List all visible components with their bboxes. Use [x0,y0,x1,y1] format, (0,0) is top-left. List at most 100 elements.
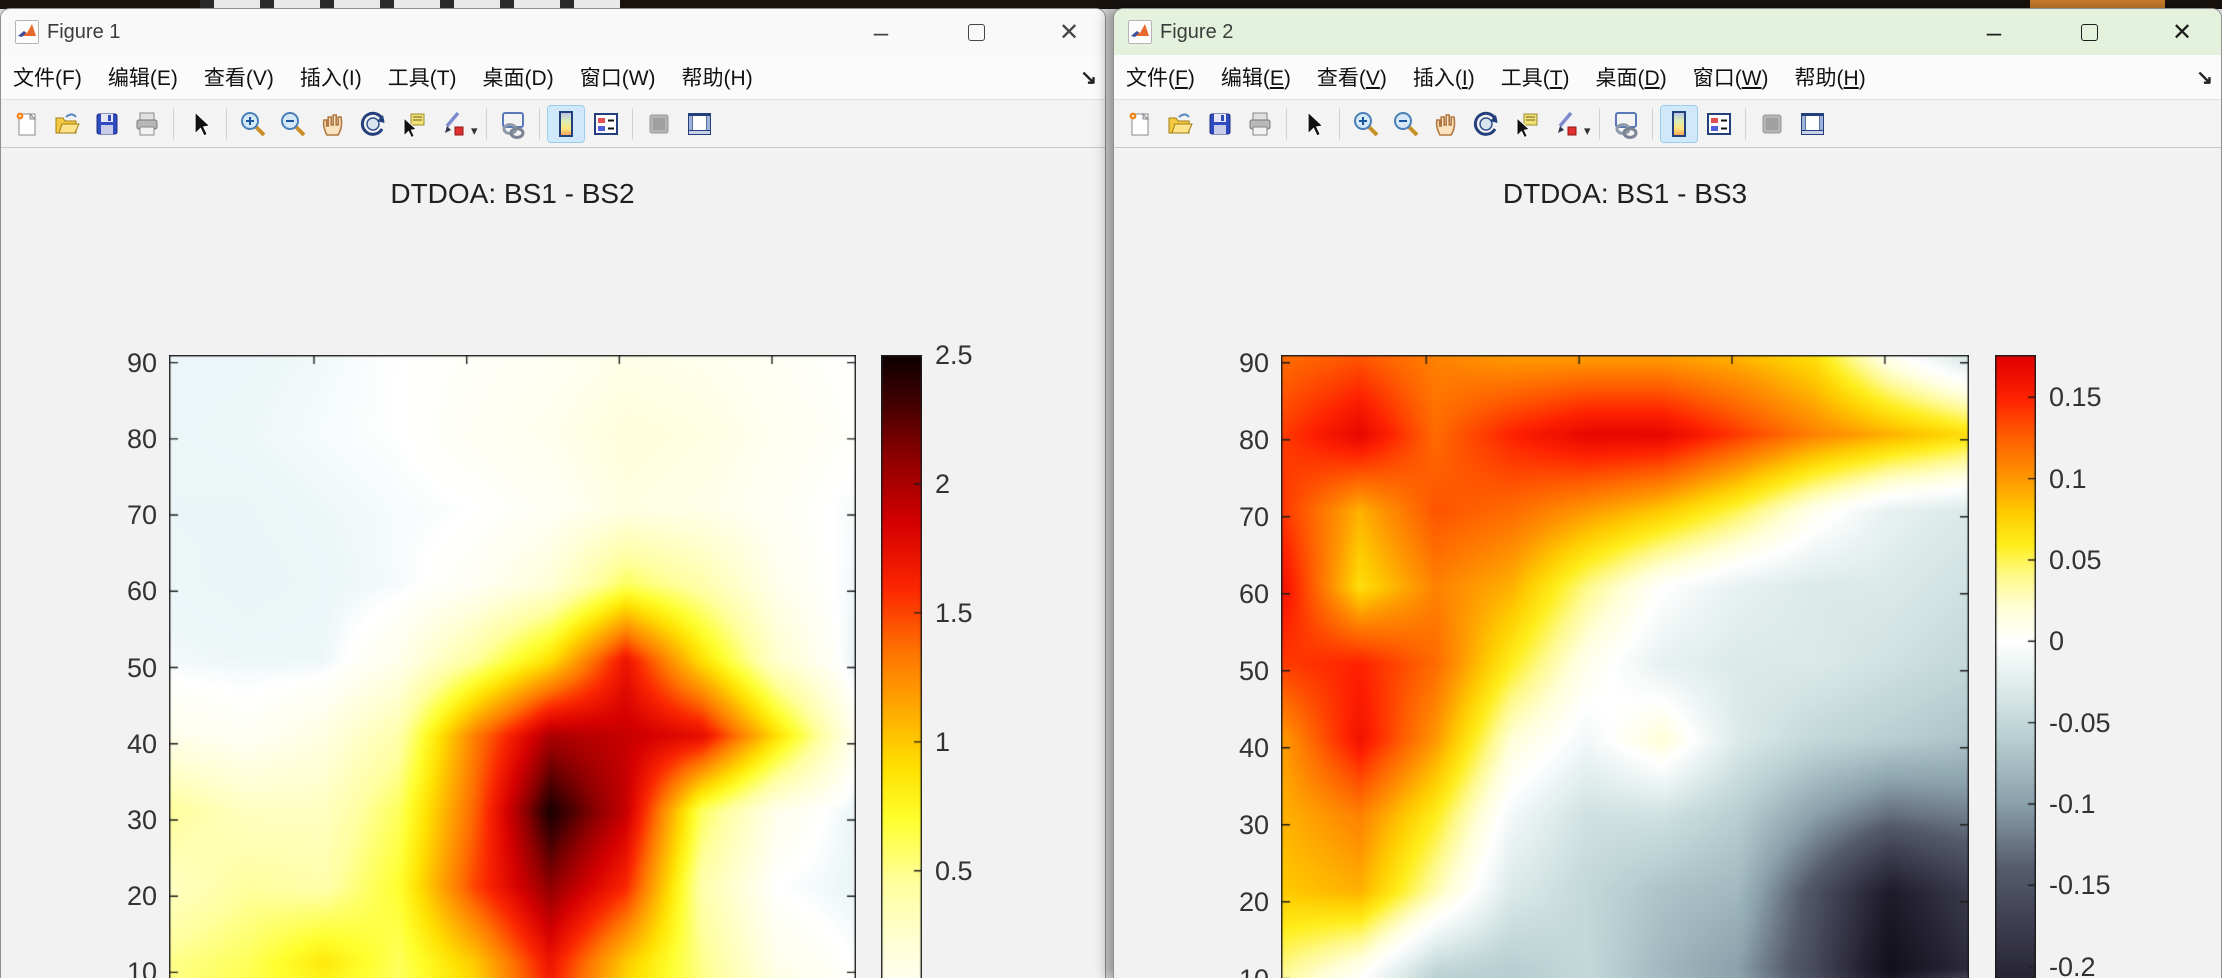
hide-plot-tools-button[interactable] [1753,105,1791,143]
y-tick-label: 90 [126,347,157,378]
menu-item-F[interactable]: 文件(F) [1126,62,1195,92]
heatmap-plot[interactable] [169,355,856,978]
y-tick-label: 80 [1238,424,1269,455]
new-figure-button[interactable] [1121,105,1159,143]
brush-dropdown-caret[interactable]: ▾ [471,123,478,139]
print-button[interactable] [1241,105,1279,143]
menu-item-T[interactable]: 工具(T) [388,62,457,92]
colorbar-tick-label: 0.1 [2049,463,2087,494]
brush-button[interactable] [434,105,472,143]
y-tick-label: 40 [1238,732,1269,763]
show-plot-tools-button[interactable] [1793,105,1831,143]
menu-item-W[interactable]: 窗口(W) [580,62,656,92]
insert-colorbar-button[interactable] [546,105,585,143]
figure2-titlebar[interactable]: Figure 2 – ✕ [1114,9,2221,55]
matlab-logo-icon [15,20,39,44]
figure2-canvas-area: DTDOA: BS1 - BS3 20406080102030405060708… [1114,148,2221,978]
link-plot-button[interactable] [1607,105,1645,143]
toolbar-separator [485,108,487,140]
zoom-out-button[interactable] [274,105,312,143]
background-window-fragment [200,0,620,8]
figure1-canvas-area: DTDOA: BS1 - BS2 20406080102030405060708… [1,148,1105,978]
data-cursor-button[interactable] [1507,105,1545,143]
menu-item-D[interactable]: 桌面(D) [483,62,554,92]
insert-legend-button[interactable] [1700,105,1738,143]
menu-overflow-icon[interactable]: ↘ [2196,65,2213,90]
hide-plot-tools-button[interactable] [640,105,678,143]
open-file-button[interactable] [48,105,86,143]
save-figure-button[interactable] [88,105,126,143]
colorbar-tick-label: 2.5 [935,340,973,370]
y-tick-label: 50 [126,652,157,683]
menu-item-H[interactable]: 帮助(H) [682,62,753,92]
zoom-in-button[interactable] [1347,105,1385,143]
edit-plot-cursor-button[interactable] [181,105,219,143]
menu-item-W[interactable]: 窗口(W) [1693,62,1769,92]
figure2-toolbar: ▾ [1114,101,2221,148]
zoom-out-button[interactable] [1387,105,1425,143]
colorbar-tick-label: -0.05 [2049,707,2111,738]
toolbar-separator [1339,108,1340,140]
colorbar-tick-label: 0 [2049,626,2065,657]
brush-dropdown-caret[interactable]: ▾ [1584,123,1591,139]
menu-item-D[interactable]: 桌面(D) [1596,62,1667,92]
close-button[interactable]: ✕ [1046,17,1092,47]
matlab-logo-icon [1128,20,1152,44]
zoom-in-button[interactable] [234,105,272,143]
menu-item-I[interactable]: 插入(I) [1413,62,1475,92]
menu-item-H[interactable]: 帮助(H) [1795,62,1866,92]
y-tick-label: 40 [126,728,157,759]
show-plot-tools-button[interactable] [680,105,718,143]
heatmap-plot[interactable] [1281,355,1969,978]
open-file-button[interactable] [1161,105,1199,143]
plot-title: DTDOA: BS1 - BS3 [1502,178,1748,209]
menu-item-E[interactable]: 编辑(E) [108,62,178,92]
toolbar-separator [538,108,540,140]
maximize-button[interactable] [953,17,999,47]
menu-item-F[interactable]: 文件(F) [13,62,82,92]
colorbar-tick-label: 1.5 [935,597,973,628]
y-tick-label: 30 [1238,809,1269,840]
pan-hand-button[interactable] [1427,105,1465,143]
rotate-3d-button[interactable] [354,105,392,143]
pan-hand-button[interactable] [314,105,352,143]
menu-overflow-icon[interactable]: ↘ [1080,65,1097,90]
toolbar-separator [1286,108,1287,140]
link-plot-button[interactable] [494,105,532,143]
insert-legend-button[interactable] [587,105,625,143]
print-button[interactable] [128,105,166,143]
colorbar [881,355,922,978]
window-title: Figure 1 [47,21,121,43]
colorbar-tick-label: 0.15 [2049,382,2102,413]
figure2-menubar: ↘ 文件(F) 编辑(E) 查看(V) 插入(I) 工具(T) 桌面(D) 窗口(W) 帮助(… [1114,55,2221,100]
y-tick-label: 10 [1199,964,1269,978]
colorbar-tick-label: -0.2 [2049,951,2096,978]
menu-item-V[interactable]: 查看(V) [204,62,274,92]
colorbar [1995,355,2036,978]
rotate-3d-button[interactable] [1467,105,1505,143]
close-button[interactable]: ✕ [2159,17,2205,47]
toolbar-separator [1598,108,1600,140]
menu-item-E[interactable]: 编辑(E) [1221,62,1291,92]
y-tick-label: 30 [126,804,157,835]
background-accent-fragment [2030,0,2165,8]
minimize-button[interactable]: – [858,17,904,47]
insert-colorbar-button[interactable] [1659,105,1698,143]
y-tick-label: 80 [126,423,157,454]
save-figure-button[interactable] [1201,105,1239,143]
data-cursor-button[interactable] [394,105,432,143]
maximize-button[interactable] [2066,17,2112,47]
figure1-titlebar[interactable]: Figure 1 – ✕ [1,9,1105,55]
y-tick-label: 70 [1238,501,1269,532]
menu-item-V[interactable]: 查看(V) [1317,62,1387,92]
menu-item-T[interactable]: 工具(T) [1501,62,1570,92]
window-title: Figure 2 [1160,21,1234,43]
y-tick-label: 50 [1238,655,1269,686]
brush-button[interactable] [1547,105,1585,143]
new-figure-button[interactable] [8,105,46,143]
edit-plot-cursor-button[interactable] [1294,105,1332,143]
minimize-button[interactable]: – [1971,17,2017,47]
colorbar-tick-label: -0.1 [2049,788,2096,819]
menu-item-I[interactable]: 插入(I) [300,62,362,92]
figure2-window: Figure 2 – ✕ ↘ 文件(F) 编辑(E) 查看(V) 插入(I) 工具(T)… [1113,8,2222,978]
